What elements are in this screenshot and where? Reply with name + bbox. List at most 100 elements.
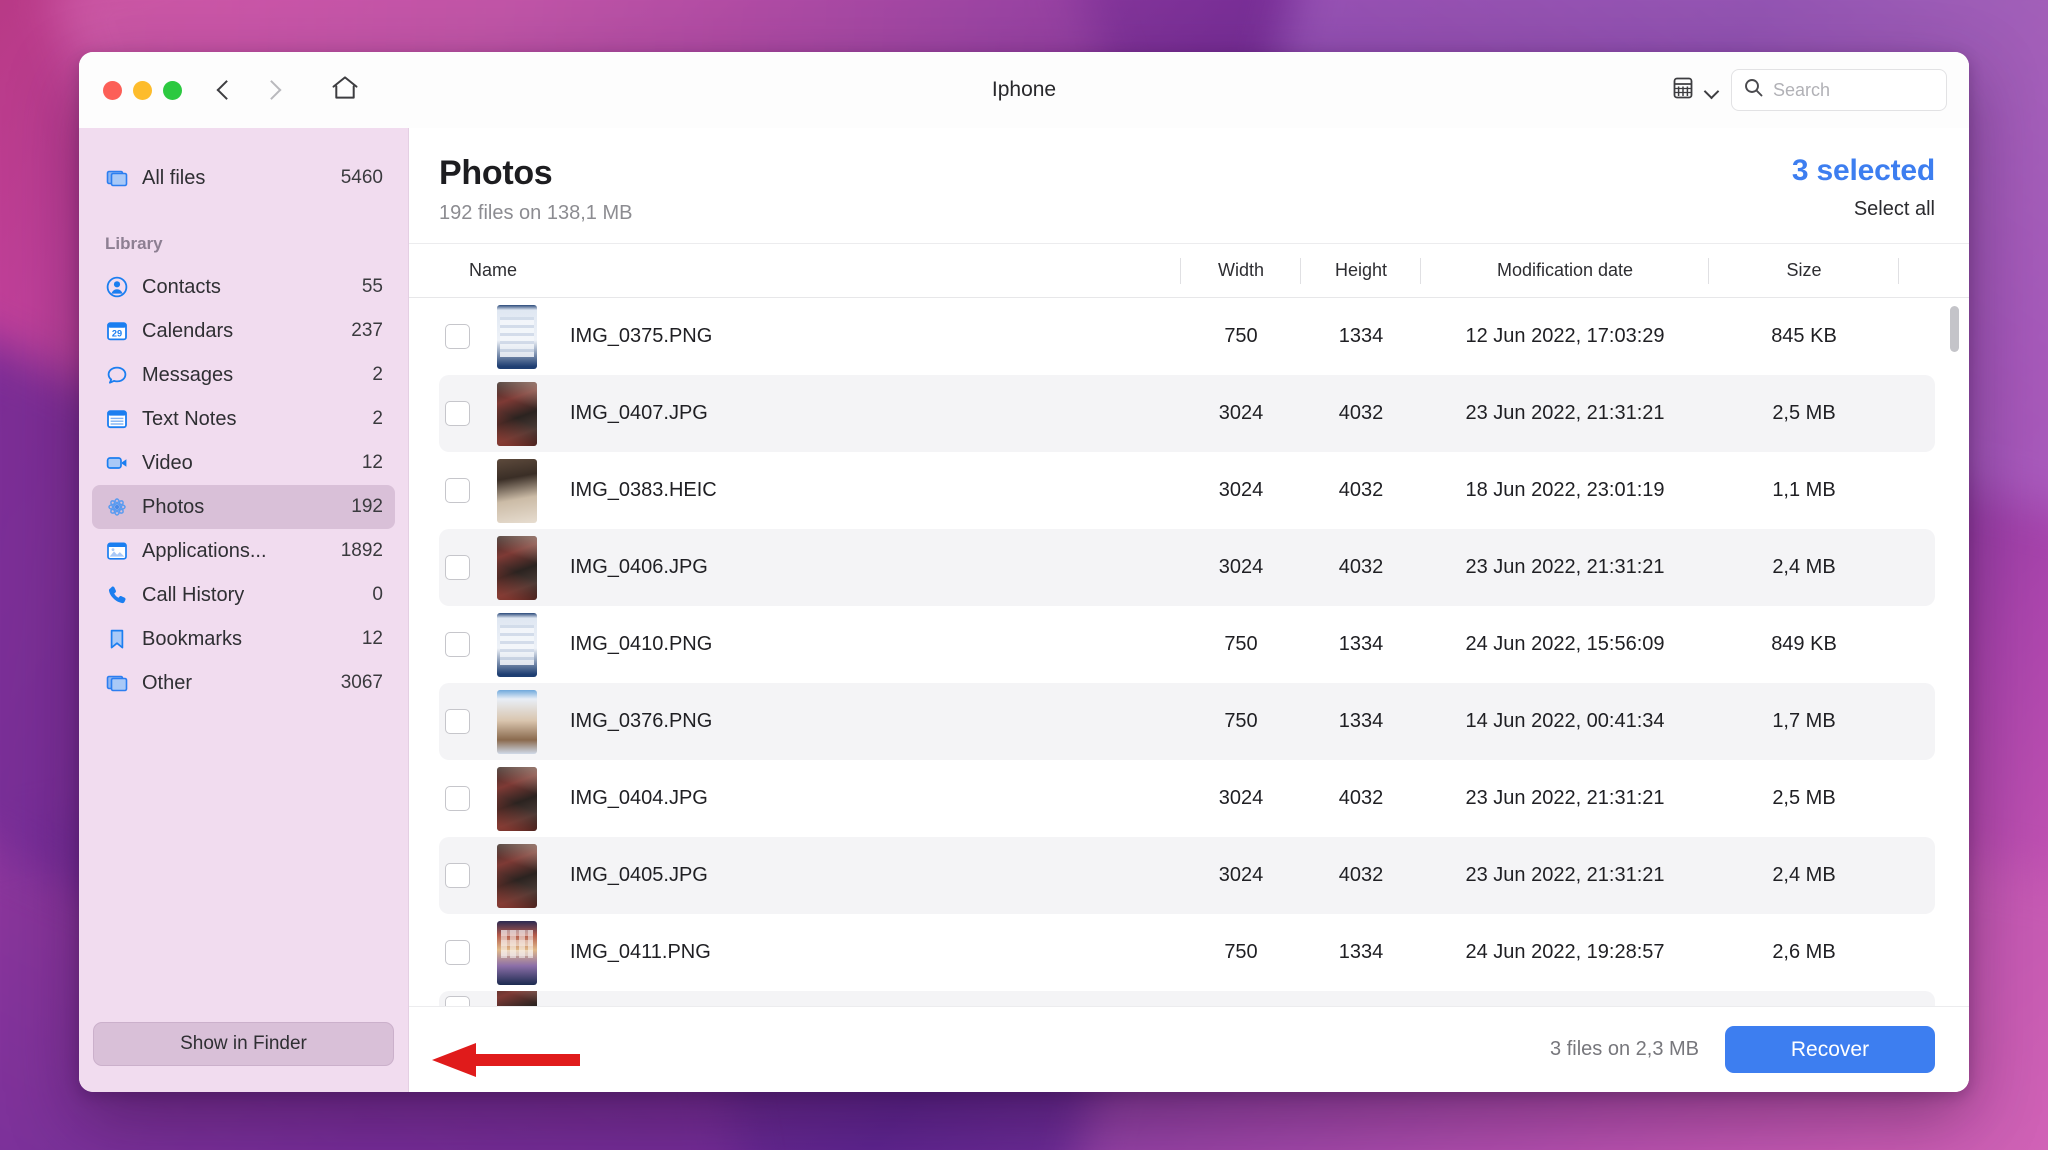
content-header: Photos 192 files on 138,1 MB 3 selected … [409, 128, 1969, 244]
cell-height: 4032 [1301, 864, 1421, 887]
messages-icon [104, 363, 129, 388]
cell-name: IMG_0376.PNG [439, 690, 1181, 754]
file-thumbnail [497, 690, 537, 754]
sidebar-item-label: Call History [142, 584, 244, 607]
minimize-button[interactable] [133, 81, 152, 100]
toolbar-right-group [1670, 69, 1947, 111]
row-checkbox[interactable] [445, 632, 470, 657]
table-row[interactable]: IMG_0376.PNG750133414 Jun 2022, 00:41:34… [439, 683, 1935, 760]
sidebar-item-messages[interactable]: Messages 2 [92, 353, 395, 397]
column-header-date[interactable]: Modification date [1421, 260, 1709, 281]
cell-width: 750 [1181, 325, 1301, 348]
sidebar-item-count: 55 [362, 276, 383, 298]
row-checkbox[interactable] [445, 940, 470, 965]
cell-width: 750 [1181, 941, 1301, 964]
notes-icon [104, 407, 129, 432]
column-header-name[interactable]: Name [439, 260, 1181, 281]
other-files-icon [104, 671, 129, 696]
window-body: All files 5460 Library Contacts 55 [79, 128, 1969, 1092]
row-checkbox[interactable] [445, 401, 470, 426]
selected-count-badge: 3 selected [1792, 154, 1935, 188]
sidebar-item-text-notes[interactable]: Text Notes 2 [92, 397, 395, 441]
file-name: IMG_0406.JPG [570, 556, 708, 579]
table-row[interactable]: IMG_0410.PNG750133424 Jun 2022, 15:56:09… [439, 606, 1935, 683]
recover-button[interactable]: Recover [1725, 1026, 1935, 1073]
main-content: Photos 192 files on 138,1 MB 3 selected … [409, 128, 1969, 1092]
sidebar-item-contacts[interactable]: Contacts 55 [92, 265, 395, 309]
cell-date: 24 Jun 2022, 19:28:57 [1421, 941, 1709, 964]
row-checkbox[interactable] [445, 478, 470, 503]
cell-name: IMG_0407.JPG [439, 382, 1181, 446]
table-row[interactable]: IMG_0411.PNG750133424 Jun 2022, 19:28:57… [439, 914, 1935, 991]
traffic-light-controls [103, 81, 182, 100]
show-in-finder-button[interactable]: Show in Finder [93, 1022, 394, 1066]
sidebar-item-photos[interactable]: Photos 192 [92, 485, 395, 529]
sidebar-item-call-history[interactable]: Call History 0 [92, 573, 395, 617]
row-checkbox[interactable] [445, 555, 470, 580]
column-header-size[interactable]: Size [1709, 260, 1899, 281]
back-chevron-icon[interactable] [212, 77, 238, 103]
file-list: IMG_0375.PNG750133412 Jun 2022, 17:03:29… [409, 298, 1969, 1006]
sidebar-item-bookmarks[interactable]: Bookmarks 12 [92, 617, 395, 661]
cell-width: 3024 [1181, 402, 1301, 425]
contacts-icon [104, 275, 129, 300]
cell-height: 1334 [1301, 325, 1421, 348]
vertical-scrollbar[interactable] [1950, 306, 1959, 998]
cell-name [439, 991, 1935, 1006]
navigation-controls [212, 77, 286, 103]
close-button[interactable] [103, 81, 122, 100]
page-subtitle: 192 files on 138,1 MB [439, 202, 632, 225]
cell-date: 14 Jun 2022, 00:41:34 [1421, 710, 1709, 733]
cell-date: 24 Jun 2022, 15:56:09 [1421, 633, 1709, 656]
file-name: IMG_0411.PNG [570, 941, 711, 964]
maximize-button[interactable] [163, 81, 182, 100]
table-row[interactable]: IMG_0383.HEIC3024403218 Jun 2022, 23:01:… [439, 452, 1935, 529]
sidebar-item-count: 237 [351, 320, 383, 342]
content-header-right: 3 selected Select all [1792, 154, 1935, 221]
row-checkbox[interactable] [445, 709, 470, 734]
row-checkbox[interactable] [445, 786, 470, 811]
footer-status-text: 3 files on 2,3 MB [1550, 1038, 1699, 1061]
sidebar-item-calendars[interactable]: 29 Calendars 237 [92, 309, 395, 353]
sidebar-item-count: 12 [362, 452, 383, 474]
cell-size: 2,4 MB [1709, 864, 1899, 887]
column-header-width[interactable]: Width [1181, 260, 1301, 281]
table-scroll-area: IMG_0375.PNG750133412 Jun 2022, 17:03:29… [409, 298, 1969, 1006]
sidebar-item-all-files[interactable]: All files 5460 [92, 156, 395, 200]
search-input[interactable] [1773, 80, 1934, 101]
row-checkbox[interactable] [445, 324, 470, 349]
window-titlebar: Iphone [79, 52, 1969, 128]
table-row[interactable]: IMG_0405.JPG3024403223 Jun 2022, 21:31:2… [439, 837, 1935, 914]
row-checkbox[interactable] [445, 863, 470, 888]
table-row[interactable]: IMG_0406.JPG3024403223 Jun 2022, 21:31:2… [439, 529, 1935, 606]
table-row-partial[interactable] [439, 991, 1935, 1006]
home-icon[interactable] [330, 74, 360, 107]
sidebar-item-count: 12 [362, 628, 383, 650]
sidebar-item-label: Other [142, 672, 192, 695]
cell-size: 845 KB [1709, 325, 1899, 348]
column-header-height[interactable]: Height [1301, 260, 1421, 281]
sidebar-item-video[interactable]: Video 12 [92, 441, 395, 485]
sidebar-item-count: 0 [372, 584, 383, 606]
cell-size: 849 KB [1709, 633, 1899, 656]
select-all-button[interactable]: Select all [1792, 198, 1935, 221]
cell-date: 18 Jun 2022, 23:01:19 [1421, 479, 1709, 502]
bookmark-icon [104, 627, 129, 652]
sidebar-item-other[interactable]: Other 3067 [92, 661, 395, 705]
table-row[interactable]: IMG_0407.JPG3024403223 Jun 2022, 21:31:2… [439, 375, 1935, 452]
table-row[interactable]: IMG_0404.JPG3024403223 Jun 2022, 21:31:2… [439, 760, 1935, 837]
table-row[interactable]: IMG_0375.PNG750133412 Jun 2022, 17:03:29… [439, 298, 1935, 375]
search-field[interactable] [1731, 69, 1947, 111]
cell-height: 4032 [1301, 556, 1421, 579]
cell-date: 12 Jun 2022, 17:03:29 [1421, 325, 1709, 348]
sidebar-item-count: 3067 [341, 672, 383, 694]
forward-chevron-icon[interactable] [260, 77, 286, 103]
sidebar-item-applications[interactable]: Applications... 1892 [92, 529, 395, 573]
chevron-down-icon[interactable] [1705, 86, 1719, 95]
view-mode-button[interactable] [1670, 75, 1719, 106]
sidebar-item-count: 192 [351, 496, 383, 518]
content-header-left: Photos 192 files on 138,1 MB [439, 154, 632, 225]
scrollbar-thumb[interactable] [1950, 306, 1959, 352]
cell-size: 2,6 MB [1709, 941, 1899, 964]
row-checkbox[interactable] [445, 996, 470, 1007]
